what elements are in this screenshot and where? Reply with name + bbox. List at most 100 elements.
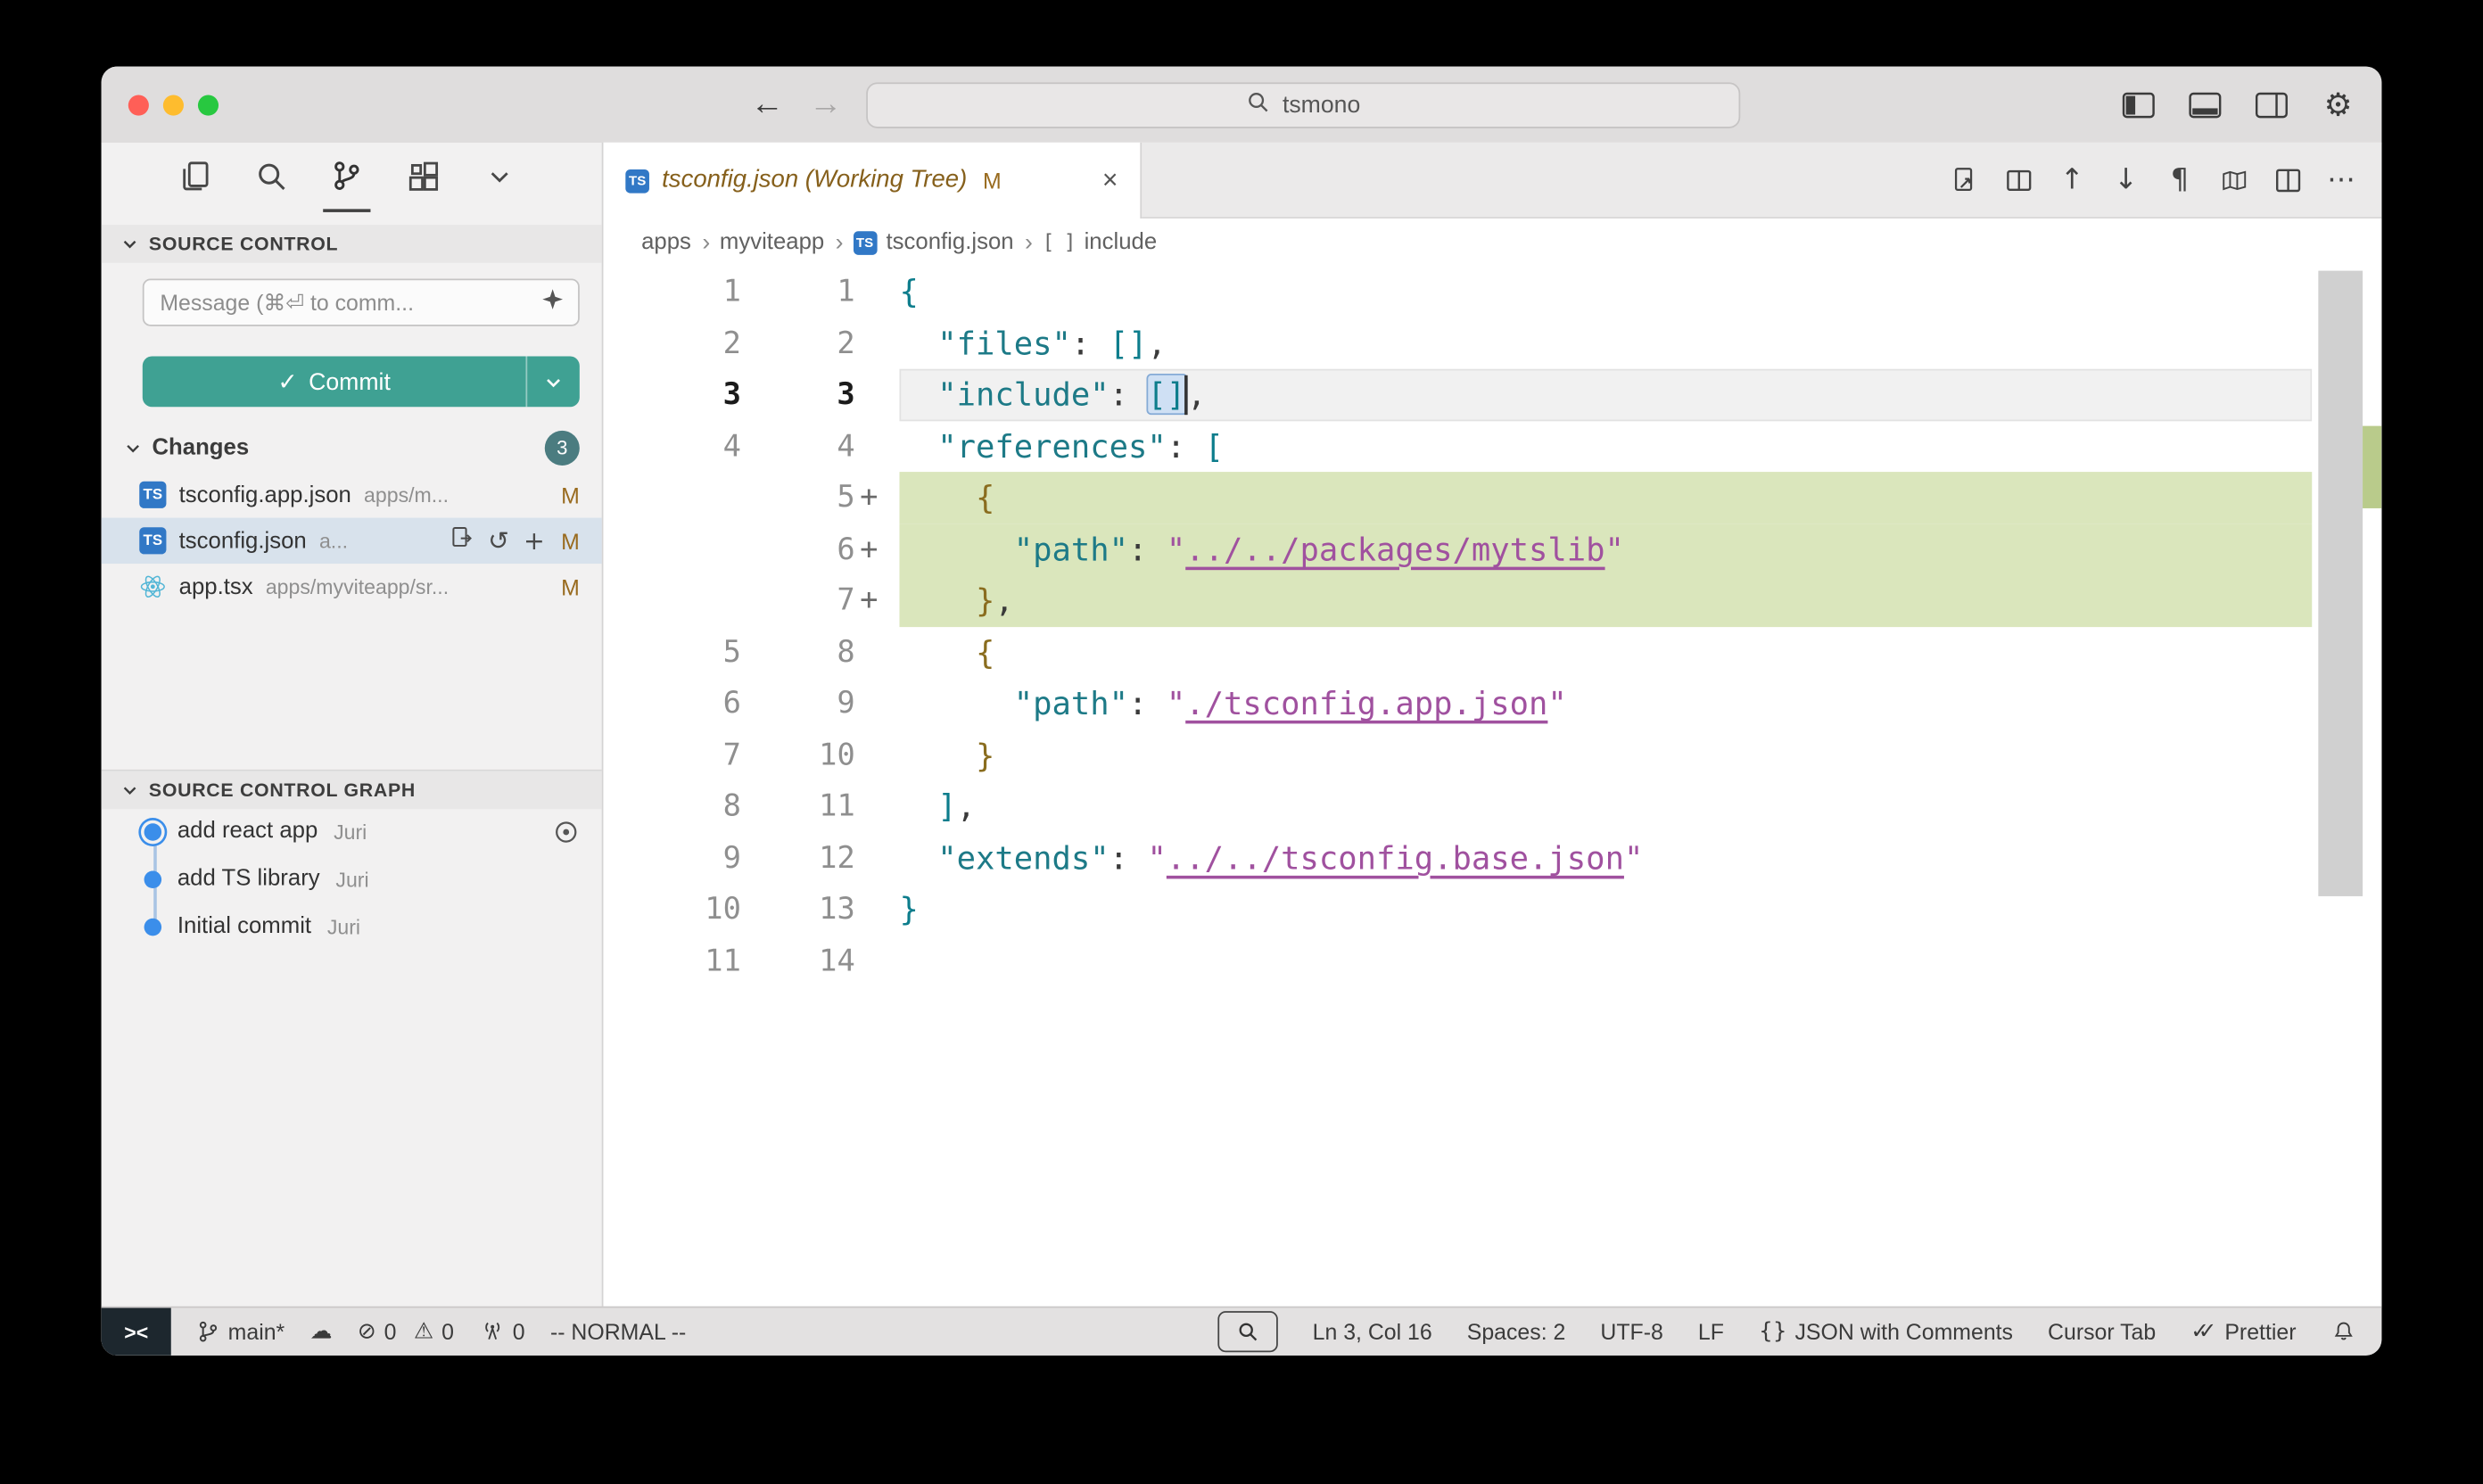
modified-line-number[interactable]: 7 xyxy=(741,583,855,618)
toggle-primary-sidebar-icon[interactable] xyxy=(2117,83,2160,126)
original-line-number[interactable]: 5 xyxy=(603,635,740,670)
code-line-content[interactable]: ], xyxy=(899,780,2312,832)
diff-added-marker[interactable]: + xyxy=(855,583,900,618)
split-editor-icon[interactable] xyxy=(2266,159,2309,202)
code-line[interactable]: 22 "files": [], xyxy=(603,317,2381,369)
map-outline-icon[interactable] xyxy=(2212,159,2255,202)
cursor-tab-status[interactable]: Cursor Tab xyxy=(2048,1319,2156,1344)
open-changes-icon[interactable] xyxy=(1943,159,1986,202)
scm-file-row[interactable]: TS tsconfig.json a... ↺ + M xyxy=(102,518,602,564)
code-line-content[interactable]: { xyxy=(899,266,2312,317)
modified-line-number[interactable]: 11 xyxy=(741,789,855,824)
code-line-content[interactable]: } xyxy=(899,730,2312,781)
original-line-number[interactable]: 9 xyxy=(603,840,740,875)
source-control-view-icon[interactable] xyxy=(323,143,370,212)
views-chevron-down-icon[interactable] xyxy=(475,143,523,212)
code-line-content[interactable]: "path": "../../packages/mytslib" xyxy=(899,524,2312,575)
notifications-bell-icon[interactable] xyxy=(2331,1319,2356,1344)
code-line[interactable]: 1114 xyxy=(603,935,2381,986)
modified-line-number[interactable]: 9 xyxy=(741,686,855,721)
sync-cloud-icon[interactable]: ☁ xyxy=(310,1319,333,1344)
ports-status[interactable]: 0 xyxy=(479,1319,524,1344)
original-line-number[interactable]: 11 xyxy=(603,944,740,978)
scm-file-row[interactable]: app.tsx apps/myviteapp/sr... M xyxy=(102,564,602,609)
commit-row[interactable]: add TS library Juri xyxy=(102,855,602,903)
settings-gear-icon[interactable]: ⚙ xyxy=(2317,83,2360,126)
open-file-icon[interactable] xyxy=(450,525,474,557)
toggle-panel-icon[interactable] xyxy=(2183,83,2226,126)
previous-change-icon[interactable]: ↑ xyxy=(2050,159,2093,202)
modified-line-number[interactable]: 10 xyxy=(741,738,855,772)
original-line-number[interactable]: 10 xyxy=(603,892,740,927)
tab-tsconfig-working-tree[interactable]: TS tsconfig.json (Working Tree) M × xyxy=(603,143,1142,218)
original-line-number[interactable]: 1 xyxy=(603,275,740,309)
code-line-content[interactable]: "include": [], xyxy=(899,369,2312,421)
code-line[interactable]: 5+ { xyxy=(603,472,2381,524)
back-icon[interactable]: ← xyxy=(751,86,784,124)
sparkle-icon[interactable] xyxy=(540,285,565,318)
cursor-position-status[interactable]: Ln 3, Col 16 xyxy=(1313,1319,1432,1344)
modified-line-number[interactable]: 13 xyxy=(741,892,855,927)
code-line[interactable]: 33 "include": [], xyxy=(603,369,2381,421)
diff-added-marker[interactable]: + xyxy=(855,532,900,566)
close-window-button[interactable] xyxy=(128,95,149,116)
code-line[interactable]: 11{ xyxy=(603,266,2381,317)
source-control-section-header[interactable]: SOURCE CONTROL xyxy=(102,225,602,263)
breadcrumb-item[interactable]: › [ ] include xyxy=(1025,229,1157,256)
original-line-number[interactable]: 3 xyxy=(603,377,740,412)
code-line-content[interactable]: "files": [], xyxy=(899,317,2312,369)
code-line[interactable]: 69 "path": "./tsconfig.app.json" xyxy=(603,678,2381,730)
commit-message-input[interactable] xyxy=(157,288,540,317)
encoding-status[interactable]: UTF-8 xyxy=(1600,1319,1662,1344)
original-line-number[interactable]: 7 xyxy=(603,738,740,772)
modified-line-number[interactable]: 8 xyxy=(741,635,855,670)
minimize-window-button[interactable] xyxy=(163,95,184,116)
explorer-icon[interactable] xyxy=(171,143,219,212)
close-icon[interactable]: × xyxy=(1096,165,1125,197)
code-line-content[interactable]: } xyxy=(899,884,2312,936)
original-line-number[interactable]: 8 xyxy=(603,789,740,824)
eol-status[interactable]: LF xyxy=(1698,1319,1724,1344)
code-line-content[interactable]: "path": "./tsconfig.app.json" xyxy=(899,678,2312,730)
stage-changes-icon[interactable]: + xyxy=(524,525,545,556)
modified-line-number[interactable]: 4 xyxy=(741,429,855,464)
inline-view-icon[interactable] xyxy=(1997,159,2040,202)
modified-line-number[interactable]: 5 xyxy=(741,480,855,515)
next-change-icon[interactable]: ↓ xyxy=(2105,159,2148,202)
modified-line-number[interactable]: 3 xyxy=(741,377,855,412)
problems-status[interactable]: ⊘ 0 ⚠ 0 xyxy=(358,1319,454,1344)
breadcrumb-item[interactable]: apps xyxy=(641,229,691,254)
forward-icon[interactable]: → xyxy=(809,86,842,124)
code-line-content[interactable]: { xyxy=(899,472,2312,524)
scrollbar-slider[interactable] xyxy=(2318,271,2363,896)
language-mode-status[interactable]: {} JSON with Comments xyxy=(1759,1319,2013,1344)
code-editor[interactable]: 11{22 "files": [],33 "include": [],44 "r… xyxy=(603,266,2381,1307)
code-line-content[interactable] xyxy=(899,935,2312,986)
formatter-status[interactable]: ✓✓ Prettier xyxy=(2190,1319,2296,1344)
code-line[interactable]: 710 } xyxy=(603,730,2381,781)
code-line[interactable]: 7+ }, xyxy=(603,575,2381,627)
code-line-content[interactable]: }, xyxy=(899,575,2312,627)
remote-indicator[interactable]: >< xyxy=(102,1308,171,1356)
search-view-icon[interactable] xyxy=(247,143,294,212)
code-line[interactable]: 58 { xyxy=(603,626,2381,678)
commit-button[interactable]: ✓ Commit xyxy=(143,356,580,407)
code-line[interactable]: 811 ], xyxy=(603,780,2381,832)
git-branch-status[interactable]: main* xyxy=(196,1319,285,1344)
code-line[interactable]: 912 "extends": "../../tsconfig.base.json… xyxy=(603,832,2381,884)
zoom-indicator[interactable] xyxy=(1217,1311,1277,1352)
toggle-secondary-sidebar-icon[interactable] xyxy=(2250,83,2293,126)
original-line-number[interactable]: 4 xyxy=(603,429,740,464)
changes-section-header[interactable]: Changes 3 xyxy=(102,427,602,468)
code-line[interactable]: 6+ "path": "../../packages/mytslib" xyxy=(603,524,2381,575)
command-center-search[interactable]: tsmono xyxy=(866,82,1740,128)
whitespace-toggle-icon[interactable]: ¶ xyxy=(2158,159,2201,202)
breadcrumb-item[interactable]: › TS tsconfig.json xyxy=(836,229,1014,256)
modified-line-number[interactable]: 12 xyxy=(741,840,855,875)
original-line-number[interactable]: 6 xyxy=(603,686,740,721)
zoom-window-button[interactable] xyxy=(198,95,219,116)
more-actions-icon[interactable]: ⋯ xyxy=(2320,159,2363,202)
code-line[interactable]: 1013} xyxy=(603,884,2381,936)
commit-dropdown-button[interactable] xyxy=(525,356,579,407)
head-target-icon[interactable] xyxy=(553,818,580,845)
